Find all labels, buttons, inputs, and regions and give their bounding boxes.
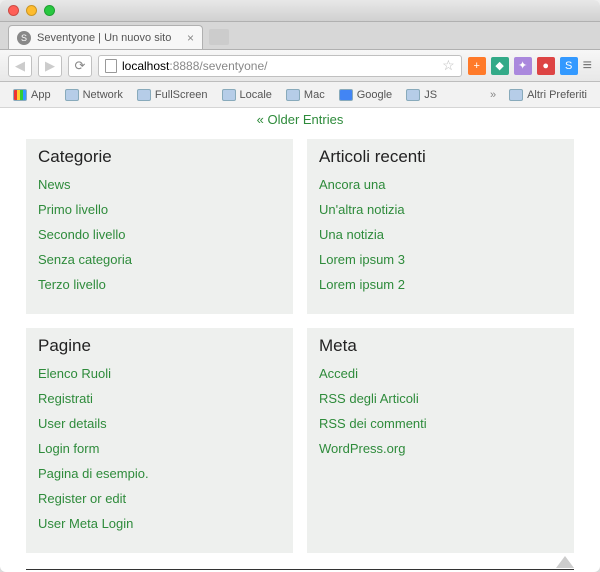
extension-green-icon[interactable]: ◆ <box>491 57 509 75</box>
widget-title: Pagine <box>38 336 281 356</box>
chrome-menu-button[interactable]: ≡ <box>583 58 592 74</box>
widget-link[interactable]: Un'altra notizia <box>319 202 562 217</box>
widget-title: Categorie <box>38 147 281 167</box>
forward-button[interactable]: ▶ <box>38 55 62 77</box>
apps-icon <box>13 89 27 101</box>
tab-title: Seventyone | Un nuovo sito <box>37 32 181 44</box>
page-content: « Older Entries Categorie News Primo livel… <box>0 108 600 572</box>
bookmark-js[interactable]: JS <box>401 87 442 103</box>
widget-articoli-recenti: Articoli recenti Ancora una Un'altra notiz… <box>307 139 574 314</box>
bookmark-mac[interactable]: Mac <box>281 87 330 103</box>
scroll-top-button[interactable] <box>556 556 574 568</box>
extension-blue-icon[interactable]: S <box>560 57 578 75</box>
folder-icon <box>65 89 79 101</box>
folder-icon <box>137 89 151 101</box>
widget-link[interactable]: Secondo livello <box>38 227 281 242</box>
widget-categorie: Categorie News Primo livello Secondo livell… <box>26 139 293 314</box>
bookmarks-overflow-button[interactable]: » <box>486 89 500 101</box>
folder-icon <box>509 89 523 101</box>
widget-grid: Categorie News Primo livello Secondo livell… <box>26 139 574 553</box>
widget-link[interactable]: Senza categoria <box>38 252 281 267</box>
widget-link[interactable]: Terzo livello <box>38 277 281 292</box>
widget-link[interactable]: Elenco Ruoli <box>38 366 281 381</box>
favicon-icon: S <box>17 31 31 45</box>
window-controls <box>8 5 55 16</box>
browser-tab[interactable]: S Seventyone | Un nuovo sito × <box>8 25 203 49</box>
browser-window: S Seventyone | Un nuovo sito × ◀ ▶ ⟳ loc… <box>0 0 600 572</box>
url-text: localhost:8888/seventyone/ <box>122 59 437 73</box>
older-entries-link[interactable]: « Older Entries <box>26 112 574 127</box>
bookmark-fullscreen[interactable]: FullScreen <box>132 87 213 103</box>
back-button[interactable]: ◀ <box>8 55 32 77</box>
folder-icon <box>222 89 236 101</box>
widget-meta: Meta Accedi RSS degli Articoli RSS dei comm… <box>307 328 574 553</box>
close-tab-button[interactable]: × <box>187 31 194 45</box>
tab-strip: S Seventyone | Un nuovo sito × <box>0 22 600 50</box>
widget-link[interactable]: Lorem ipsum 3 <box>319 252 562 267</box>
widget-link[interactable]: User details <box>38 416 281 431</box>
bookmark-network[interactable]: Network <box>60 87 128 103</box>
folder-icon <box>286 89 300 101</box>
toolbar: ◀ ▶ ⟳ localhost:8888/seventyone/ ☆ + ◆ ✦… <box>0 50 600 82</box>
bookmark-google[interactable]: Google <box>334 87 397 103</box>
bookmark-other[interactable]: Altri Preferiti <box>504 87 592 103</box>
extension-addthis-icon[interactable]: + <box>468 57 486 75</box>
close-window-button[interactable] <box>8 5 19 16</box>
widget-link[interactable]: RSS degli Articoli <box>319 391 562 406</box>
reload-button[interactable]: ⟳ <box>68 55 92 77</box>
maximize-window-button[interactable] <box>44 5 55 16</box>
widget-link[interactable]: Lorem ipsum 2 <box>319 277 562 292</box>
widget-link[interactable]: RSS dei commenti <box>319 416 562 431</box>
widget-link[interactable]: Login form <box>38 441 281 456</box>
extension-purple-icon[interactable]: ✦ <box>514 57 532 75</box>
widget-pagine: Pagine Elenco Ruoli Registrati User details… <box>26 328 293 553</box>
extension-area: + ◆ ✦ ● S ≡ <box>468 57 592 75</box>
widget-link[interactable]: WordPress.org <box>319 441 562 456</box>
page-icon <box>105 59 117 73</box>
widget-title: Meta <box>319 336 562 356</box>
extension-red-icon[interactable]: ● <box>537 57 555 75</box>
widget-link[interactable]: Pagina di esempio. <box>38 466 281 481</box>
widget-link[interactable]: Registrati <box>38 391 281 406</box>
widget-link[interactable]: Register or edit <box>38 491 281 506</box>
address-bar[interactable]: localhost:8888/seventyone/ ☆ <box>98 55 462 77</box>
widget-link[interactable]: Una notizia <box>319 227 562 242</box>
google-icon <box>339 89 353 101</box>
widget-link[interactable]: Ancora una <box>319 177 562 192</box>
minimize-window-button[interactable] <box>26 5 37 16</box>
folder-icon <box>406 89 420 101</box>
bookmark-apps[interactable]: App <box>8 87 56 103</box>
widget-link[interactable]: Accedi <box>319 366 562 381</box>
bookmarks-bar: App Network FullScreen Locale Mac Google… <box>0 82 600 108</box>
widget-link[interactable]: Primo livello <box>38 202 281 217</box>
widget-link[interactable]: User Meta Login <box>38 516 281 531</box>
bookmark-locale[interactable]: Locale <box>217 87 277 103</box>
widget-title: Articoli recenti <box>319 147 562 167</box>
bookmark-star-icon[interactable]: ☆ <box>442 57 455 74</box>
widget-link[interactable]: News <box>38 177 281 192</box>
new-tab-button[interactable] <box>209 29 229 45</box>
titlebar <box>0 0 600 22</box>
